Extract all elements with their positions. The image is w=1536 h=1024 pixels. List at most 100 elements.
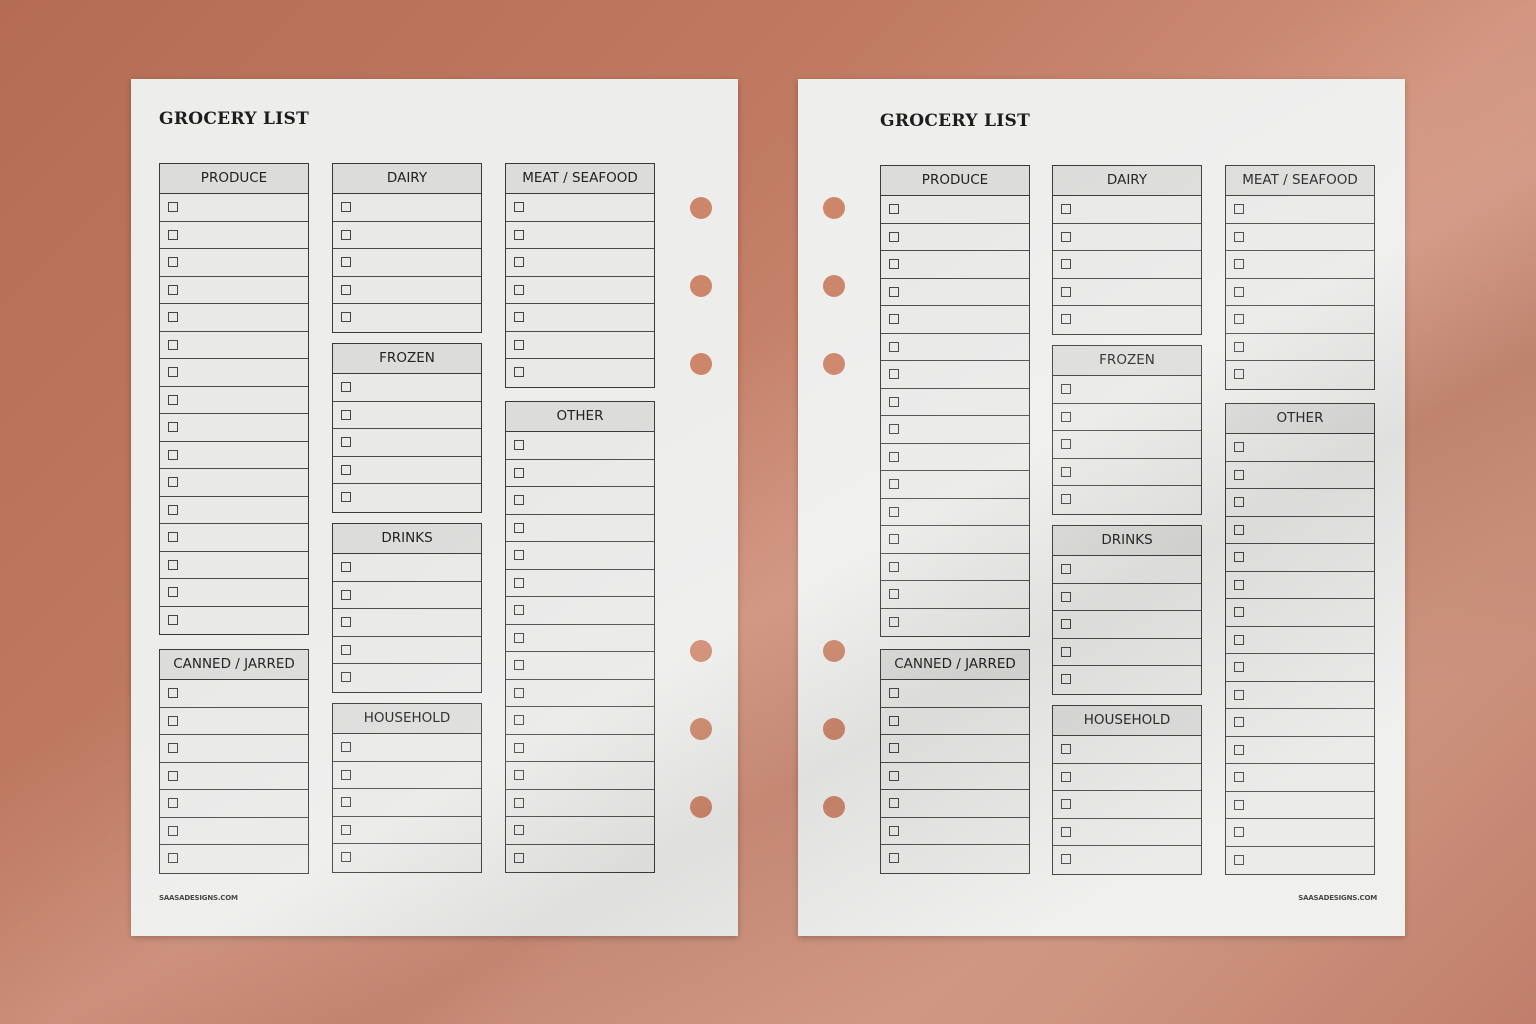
checkbox[interactable] [168, 312, 178, 322]
list-item[interactable] [506, 680, 654, 707]
checkbox[interactable] [514, 825, 524, 835]
list-item[interactable] [333, 457, 481, 484]
list-item[interactable] [333, 402, 481, 429]
checkbox[interactable] [514, 852, 524, 863]
checkbox[interactable] [168, 743, 178, 753]
checkbox[interactable] [341, 229, 351, 240]
list-item[interactable] [333, 554, 481, 582]
checkbox[interactable] [341, 852, 351, 862]
list-item[interactable] [333, 222, 481, 249]
checkbox[interactable] [1234, 469, 1244, 480]
list-item[interactable] [333, 817, 481, 844]
list-item[interactable] [506, 790, 654, 817]
list-item[interactable] [1226, 517, 1374, 544]
list-item[interactable] [881, 279, 1029, 306]
checkbox[interactable] [341, 437, 351, 447]
list-item[interactable] [881, 554, 1029, 581]
list-item[interactable] [1053, 846, 1201, 874]
list-item[interactable] [1226, 361, 1374, 389]
checkbox[interactable] [889, 479, 899, 489]
list-item[interactable] [506, 487, 654, 515]
list-item[interactable] [506, 735, 654, 762]
checkbox[interactable] [168, 587, 178, 597]
list-item[interactable] [881, 224, 1029, 251]
checkbox[interactable] [514, 715, 524, 725]
checkbox[interactable] [341, 382, 351, 392]
checkbox[interactable] [514, 229, 524, 240]
list-item[interactable] [881, 845, 1029, 873]
list-item[interactable] [333, 664, 481, 692]
checkbox[interactable] [514, 202, 524, 212]
list-item[interactable] [160, 249, 308, 277]
checkbox[interactable] [889, 534, 899, 544]
checkbox[interactable] [514, 257, 524, 267]
list-item[interactable] [333, 484, 481, 512]
checkbox[interactable] [341, 617, 351, 627]
list-item[interactable] [160, 818, 308, 845]
checkbox[interactable] [1234, 204, 1244, 214]
checkbox[interactable] [514, 577, 524, 588]
checkbox[interactable] [168, 367, 178, 377]
list-item[interactable] [881, 389, 1029, 416]
list-item[interactable] [1226, 599, 1374, 627]
list-item[interactable] [1226, 654, 1374, 682]
list-item[interactable] [1053, 376, 1201, 404]
list-item[interactable] [1053, 611, 1201, 639]
list-item[interactable] [333, 429, 481, 457]
list-item[interactable] [1053, 556, 1201, 584]
list-item[interactable] [1053, 666, 1201, 694]
checkbox[interactable] [168, 715, 178, 726]
checkbox[interactable] [168, 504, 178, 515]
checkbox[interactable] [889, 688, 899, 698]
list-item[interactable] [160, 735, 308, 763]
list-item[interactable] [1053, 584, 1201, 611]
checkbox[interactable] [1061, 771, 1071, 782]
list-item[interactable] [160, 680, 308, 708]
list-item[interactable] [506, 332, 654, 359]
checkbox[interactable] [341, 589, 351, 600]
checkbox[interactable] [168, 825, 178, 836]
list-item[interactable] [506, 597, 654, 625]
list-item[interactable] [160, 469, 308, 497]
list-item[interactable] [1226, 334, 1374, 361]
checkbox[interactable] [514, 284, 524, 295]
list-item[interactable] [881, 680, 1029, 708]
list-item[interactable] [333, 194, 481, 222]
list-item[interactable] [1053, 279, 1201, 306]
checkbox[interactable] [514, 522, 524, 533]
checkbox[interactable] [341, 464, 351, 475]
list-item[interactable] [160, 845, 308, 873]
list-item[interactable] [506, 304, 654, 332]
checkbox[interactable] [1061, 286, 1071, 297]
checkbox[interactable] [341, 562, 351, 572]
checkbox[interactable] [1061, 591, 1071, 602]
checkbox[interactable] [1061, 564, 1071, 574]
list-item[interactable] [1226, 224, 1374, 251]
checkbox[interactable] [889, 853, 899, 863]
checkbox[interactable] [889, 589, 899, 599]
list-item[interactable] [1053, 486, 1201, 514]
list-item[interactable] [506, 277, 654, 304]
list-item[interactable] [506, 570, 654, 597]
checkbox[interactable] [1234, 259, 1244, 269]
checkbox[interactable] [1061, 411, 1071, 422]
list-item[interactable] [160, 332, 308, 359]
list-item[interactable] [1226, 682, 1374, 709]
checkbox[interactable] [1234, 634, 1244, 645]
checkbox[interactable] [889, 743, 899, 753]
list-item[interactable] [1226, 434, 1374, 462]
list-item[interactable] [506, 249, 654, 277]
list-item[interactable] [333, 844, 481, 872]
checkbox[interactable] [1234, 341, 1244, 352]
list-item[interactable] [506, 359, 654, 387]
checkbox[interactable] [514, 632, 524, 643]
checkbox[interactable] [168, 798, 178, 808]
list-item[interactable] [160, 414, 308, 442]
list-item[interactable] [160, 524, 308, 552]
list-item[interactable] [1053, 251, 1201, 279]
list-item[interactable] [1053, 224, 1201, 251]
checkbox[interactable] [1234, 799, 1244, 810]
checkbox[interactable] [514, 687, 524, 698]
checkbox[interactable] [889, 204, 899, 214]
checkbox[interactable] [514, 605, 524, 615]
